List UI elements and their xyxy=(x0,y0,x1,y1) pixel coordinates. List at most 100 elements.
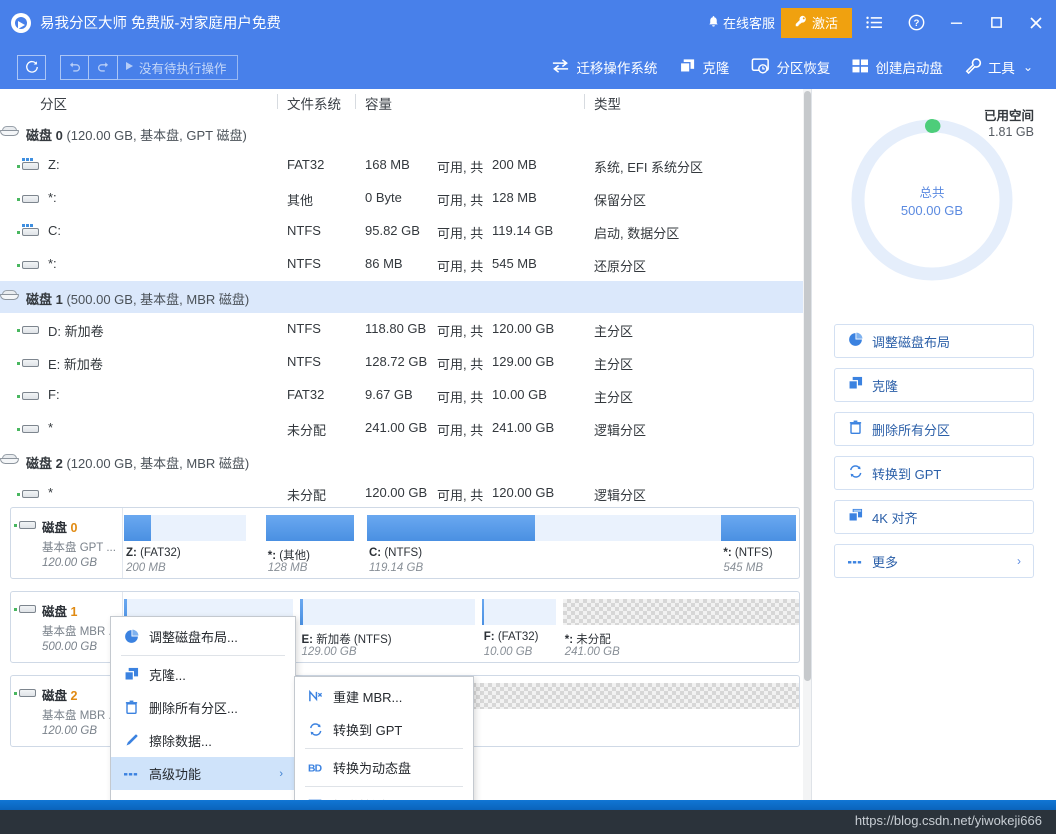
partition-map-fs: 未分配 xyxy=(576,634,611,646)
disk-map-partition[interactable]: *: (其他) 128 MB xyxy=(265,508,354,578)
action-button-clone[interactable]: 克隆 xyxy=(834,368,1034,402)
table-row[interactable]: E: 新加卷 NTFS 128.72 GB 可用, 共 129.00 GB 主分区 xyxy=(0,346,811,379)
context-menu-item[interactable]: 重建 MBR... xyxy=(295,680,473,713)
table-row[interactable]: * 未分配 120.00 GB 可用, 共 120.00 GB 逻辑分区 xyxy=(0,477,811,510)
close-icon[interactable] xyxy=(1016,0,1056,45)
disk-map-number: 1 xyxy=(70,605,78,619)
maximize-icon[interactable] xyxy=(976,0,1016,45)
action-button-convert[interactable]: 转换到 GPT xyxy=(834,456,1034,490)
partition-type: 主分区 xyxy=(594,357,634,372)
disk-map-partition[interactable]: Z: (FAT32) 200 MB xyxy=(124,508,246,578)
action-button-label: 更多 xyxy=(872,554,899,570)
undo-button[interactable] xyxy=(60,54,89,80)
context-menu-item[interactable]: 调整磁盘布局... xyxy=(111,620,295,653)
action-button-pie-layout[interactable]: 调整磁盘布局 xyxy=(834,324,1034,358)
pending-operations-status[interactable]: 没有待执行操作 xyxy=(118,54,238,80)
partition-filesystem: FAT32 xyxy=(287,157,325,172)
migrate-os-button[interactable]: 迁移操作系统 xyxy=(540,49,668,85)
partition-recovery-icon xyxy=(751,57,770,77)
context-menu-item[interactable]: 删除所有分区... xyxy=(111,691,295,724)
context-menu-item[interactable]: 克隆... xyxy=(111,658,295,691)
partition-used: 241.00 GB xyxy=(365,420,428,435)
help-icon[interactable]: ? xyxy=(896,0,936,45)
redo-button[interactable] xyxy=(89,54,118,80)
disk-context-menu[interactable]: 调整磁盘布局...克隆...删除所有分区...擦除数据...高级功能›属性... xyxy=(110,616,296,827)
create-bootable-disk-icon xyxy=(852,58,869,77)
action-button-label: 调整磁盘布局 xyxy=(872,334,951,350)
partition-recovery-button[interactable]: 分区恢复 xyxy=(740,49,841,85)
available-label: 可用, 共 xyxy=(437,193,484,208)
context-menu-item[interactable]: 转换到 GPT xyxy=(295,713,473,746)
main-toolbar: 没有待执行操作 迁移操作系统 克隆 分区恢复 创建启动盘 工具 ⌄ xyxy=(0,45,1056,89)
donut-center-labels: 总共 500.00 GB xyxy=(849,117,1015,283)
activate-button[interactable]: 激活 xyxy=(780,7,852,38)
table-row[interactable]: * 未分配 241.00 GB 可用, 共 241.00 GB 逻辑分区 xyxy=(0,412,811,445)
disk-map-partition[interactable]: E: 新加卷 (NTFS) 129.00 GB xyxy=(299,592,475,662)
disk-map-name: 磁盘 xyxy=(42,689,68,703)
action-button-align-4k[interactable]: 4K 对齐 xyxy=(834,500,1034,534)
disk-desc: (500.00 GB, 基本盘, MBR 磁盘) xyxy=(66,292,250,307)
disk-map-number: 2 xyxy=(70,689,78,703)
partition-map-size: 200 MB xyxy=(126,562,166,574)
disk-map[interactable]: 磁盘 0 基本盘 GPT ... 120.00 GB Z: (FAT32) 200 MB… xyxy=(10,507,800,579)
convert-icon xyxy=(307,722,323,737)
migrate-os-icon xyxy=(551,58,570,77)
application-window: 易我分区大师 免费版-对家庭用户免费 在线客服 激活 ? 没有待执行操作 迁移操… xyxy=(0,0,1056,834)
create-bootable-disk-button[interactable]: 创建启动盘 xyxy=(841,49,954,85)
partition-map-label: C: (NTFS) xyxy=(369,547,422,559)
online-service-label: 在线客服 xyxy=(722,16,775,31)
convert-icon xyxy=(848,464,863,482)
context-menu-separator xyxy=(305,786,463,787)
app-logo-icon xyxy=(11,12,31,33)
table-row-disk[interactable]: 磁盘 2 (120.00 GB, 基本盘, MBR 磁盘) xyxy=(0,445,811,477)
chevron-down-icon: ⌄ xyxy=(1022,60,1033,74)
partition-filesystem: NTFS xyxy=(287,354,321,369)
disk-desc: (120.00 GB, 基本盘, MBR 磁盘) xyxy=(66,456,250,471)
column-header-type[interactable]: 类型 xyxy=(584,93,621,113)
clone-button[interactable]: 克隆 xyxy=(668,49,740,85)
context-menu-separator xyxy=(121,655,285,656)
table-row-disk[interactable]: 磁盘 0 (120.00 GB, 基本盘, GPT 磁盘) xyxy=(0,117,811,149)
partition-map-size: 128 MB xyxy=(267,562,308,574)
partition-map-fs: (NTFS) xyxy=(384,547,423,559)
table-row[interactable]: C: NTFS 95.82 GB 可用, 共 119.14 GB 启动, 数据分区 xyxy=(0,215,811,248)
table-row[interactable]: D: 新加卷 NTFS 118.80 GB 可用, 共 120.00 GB 主分区 xyxy=(0,313,811,346)
disk-name: 磁盘 2 xyxy=(26,456,63,471)
clone-label: 克隆 xyxy=(702,61,730,76)
available-label: 可用, 共 xyxy=(437,226,484,241)
disk-name: 磁盘 1 xyxy=(26,292,63,307)
context-menu-item[interactable]: B D 转换为动态盘 xyxy=(295,751,473,784)
minimize-icon[interactable] xyxy=(936,0,976,45)
context-menu-item[interactable]: 擦除数据... xyxy=(111,724,295,757)
disk-map-partition[interactable]: C: (NTFS) 119.14 GB xyxy=(367,508,759,578)
available-label: 可用, 共 xyxy=(437,324,484,339)
context-menu-item[interactable]: 高级功能 › xyxy=(111,757,295,790)
disk-map-partition[interactable]: *: (NTFS) 545 MB xyxy=(721,508,796,578)
column-header-capacity[interactable]: 容量 xyxy=(355,93,392,113)
vertical-scrollbar[interactable] xyxy=(803,89,811,800)
column-header-partition[interactable]: 分区 xyxy=(40,93,67,113)
online-service-button[interactable]: 在线客服 xyxy=(707,13,775,32)
pending-label: 没有待执行操作 xyxy=(139,61,227,76)
table-row[interactable]: *: 其他 0 Byte 可用, 共 128 MB 保留分区 xyxy=(0,182,811,215)
action-button-more-dots[interactable]: 更多 › xyxy=(834,544,1034,578)
hamburger-menu-icon[interactable] xyxy=(852,0,896,45)
partition-total: 120.00 GB xyxy=(492,321,555,336)
table-row[interactable]: F: FAT32 9.67 GB 可用, 共 10.00 GB 主分区 xyxy=(0,379,811,412)
action-button-trash[interactable]: 删除所有分区 xyxy=(834,412,1034,446)
scrollbar-thumb[interactable] xyxy=(804,91,811,681)
disk-map-partition[interactable]: *: 未分配 241.00 GB xyxy=(562,592,799,662)
partition-used-fill xyxy=(367,515,536,541)
tools-menu-button[interactable]: 工具 ⌄ xyxy=(954,49,1044,85)
refresh-button[interactable] xyxy=(17,54,46,80)
disk-map-partition[interactable]: F: (FAT32) 10.00 GB xyxy=(481,592,556,662)
chevron-right-icon: › xyxy=(1017,554,1021,568)
table-row-disk[interactable]: 磁盘 1 (500.00 GB, 基本盘, MBR 磁盘) xyxy=(0,281,811,313)
table-row[interactable]: Z: FAT32 168 MB 可用, 共 200 MB 系统, EFI 系统分区 xyxy=(0,149,811,182)
disk-action-buttons: 调整磁盘布局克隆删除所有分区 转换到 GPT 4K 对齐更多 › xyxy=(834,324,1034,588)
table-row[interactable]: *: NTFS 86 MB 可用, 共 545 MB 还原分区 xyxy=(0,248,811,281)
context-menu-label: 转换到 GPT xyxy=(333,723,403,738)
partition-type: 主分区 xyxy=(594,390,634,405)
column-header-filesystem[interactable]: 文件系统 xyxy=(277,93,341,113)
context-menu-separator xyxy=(305,748,463,749)
